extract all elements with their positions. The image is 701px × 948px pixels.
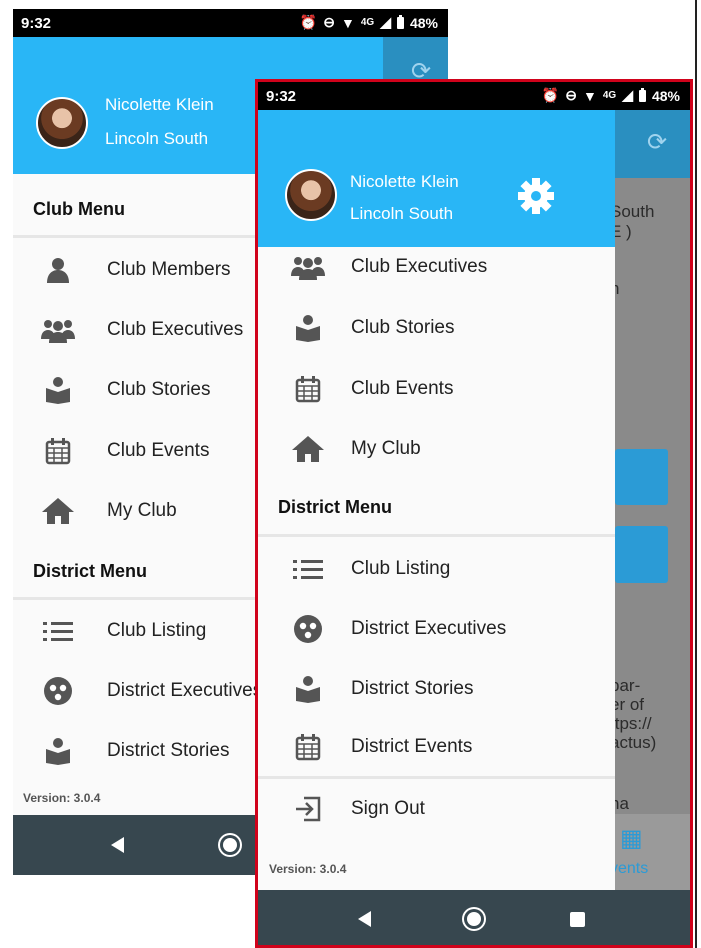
group-icon (41, 313, 75, 347)
menu-item-my-club[interactable]: My Club (258, 420, 615, 478)
menu-item-label: District Events (351, 736, 473, 757)
menu-item-label: Club Listing (351, 558, 451, 579)
status-time: 9:32 (266, 88, 297, 105)
menu-item-label: Club Executives (107, 319, 244, 340)
user-club: Lincoln South (105, 129, 209, 148)
menu-item-district-stories[interactable]: District Stories (258, 660, 615, 718)
network-type: 4G (360, 17, 375, 28)
status-bar: 9:32 ⏰ ⊖ ▼ 4G ◢ 48% (258, 82, 690, 110)
calendar-icon (41, 434, 75, 468)
sign-out-icon (291, 792, 325, 826)
calendar-icon (291, 372, 325, 406)
user-club: Lincoln South (350, 204, 454, 223)
sign-out-label: Sign Out (351, 798, 425, 819)
back-nav-button[interactable] (111, 837, 124, 853)
dnd-icon: ⊖ (323, 14, 335, 30)
battery-level: 48% (409, 14, 438, 31)
menu-item-label: District Stories (107, 740, 230, 761)
menu-item-label: Club Members (107, 259, 231, 280)
bg-tab-label[interactable]: vents (610, 860, 648, 878)
wifi-icon: ▼ (340, 14, 355, 31)
battery-level: 48% (651, 87, 680, 104)
user-name: Nicolette Klein (105, 95, 214, 114)
menu-item-club-stories[interactable]: Club Stories (258, 299, 615, 357)
district-menu-title: District Menu (278, 497, 393, 517)
wifi-icon: ▼ (582, 87, 597, 104)
bg-text: actus) (610, 733, 657, 752)
dnd-icon: ⊖ (565, 87, 577, 103)
battery-icon (396, 14, 404, 29)
sign-out-divider (258, 776, 615, 779)
menu-item-label: District Executives (107, 680, 263, 701)
signal-icon: ◢ (380, 14, 391, 30)
menu-item-label: District Stories (351, 678, 474, 699)
district-exec-icon (41, 674, 75, 708)
bg-button[interactable] (615, 526, 668, 583)
menu-item-label: Club Stories (107, 379, 211, 400)
home-nav-button[interactable] (223, 838, 237, 852)
screenshot-edge (695, 0, 697, 948)
app-bar-peek: ⟳ (615, 110, 690, 178)
story-icon (41, 734, 75, 768)
battery-icon (638, 87, 646, 102)
menu-item-label: District Executives (351, 618, 507, 639)
story-icon (291, 672, 325, 706)
menu-item-label: Club Events (351, 378, 454, 399)
home-icon (291, 432, 325, 466)
district-exec-icon (291, 612, 325, 646)
status-time: 9:32 (21, 15, 52, 32)
sign-out-button[interactable]: Sign Out (258, 780, 615, 838)
story-icon (291, 311, 325, 345)
bg-text: South (610, 202, 655, 221)
signal-icon: ◢ (622, 87, 633, 103)
gear-icon[interactable] (516, 176, 556, 221)
list-icon (291, 552, 325, 586)
menu-item-label: Club Events (107, 440, 210, 461)
menu-item-district-executives[interactable]: District Executives (258, 600, 615, 658)
menu-item-club-listing[interactable]: Club Listing (258, 540, 615, 598)
alarm-icon: ⏰ (541, 87, 560, 103)
android-nav-bar (258, 890, 690, 948)
navigation-drawer: Nicolette Klein Lincoln South Club Execu… (258, 110, 615, 890)
home-icon (41, 494, 75, 528)
menu-item-label: Club Listing (107, 620, 207, 641)
avatar[interactable] (36, 97, 88, 149)
bg-text: ttps:// (610, 714, 652, 733)
alarm-icon: ⏰ (299, 14, 318, 30)
group-icon (291, 250, 325, 284)
menu-item-label: Club Executives (351, 256, 488, 277)
menu-item-club-events[interactable]: Club Events (258, 360, 615, 418)
bg-button[interactable] (615, 449, 668, 505)
calendar-icon (291, 730, 325, 764)
sync-icon[interactable]: ⟳ (647, 128, 667, 157)
recents-nav-button[interactable] (570, 912, 585, 927)
version-label: Version: 3.0.4 (269, 862, 347, 876)
user-name: Nicolette Klein (350, 172, 459, 191)
menu-item-club-executives[interactable]: Club Executives (258, 238, 615, 296)
person-icon (41, 253, 75, 287)
menu-item-label: Club Stories (351, 317, 455, 338)
home-nav-button[interactable] (467, 912, 481, 926)
district-menu-title: District Menu (33, 561, 148, 581)
menu-item-district-events[interactable]: District Events (258, 718, 615, 776)
back-nav-button[interactable] (358, 911, 371, 927)
calendar-icon[interactable]: ▦ (620, 824, 643, 853)
district-menu-divider (258, 534, 615, 537)
bg-text: er of (610, 695, 645, 714)
story-icon (41, 373, 75, 407)
menu-item-label: My Club (107, 500, 177, 521)
bg-tab-bar: ▦ vents (610, 814, 690, 890)
front-screen: 9:32 ⏰ ⊖ ▼ 4G ◢ 48% ⟳ South E ) n par- e… (258, 82, 690, 948)
status-bar: 9:32 ⏰ ⊖ ▼ 4G ◢ 48% (13, 9, 448, 37)
version-label: Version: 3.0.4 (23, 791, 101, 805)
avatar[interactable] (285, 169, 337, 221)
menu-item-label: My Club (351, 438, 421, 459)
list-icon (41, 614, 75, 648)
drawer-header: Nicolette Klein Lincoln South (258, 110, 615, 247)
network-type: 4G (602, 90, 617, 101)
club-menu-title: Club Menu (33, 199, 125, 219)
